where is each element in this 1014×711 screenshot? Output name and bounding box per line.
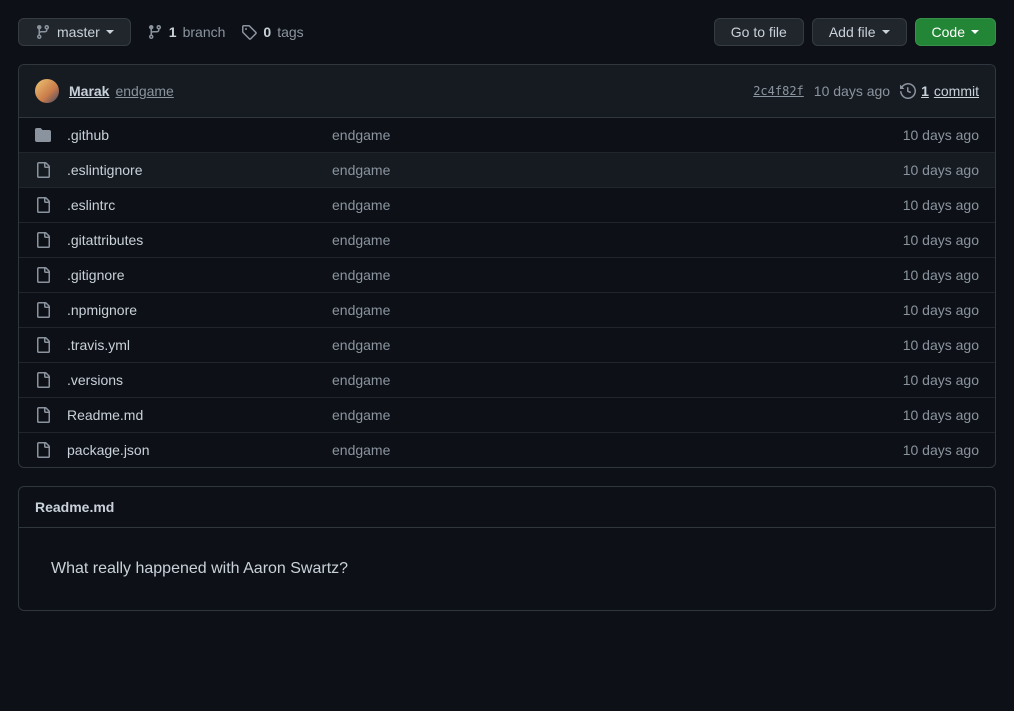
file-age: 10 days ago <box>903 232 979 248</box>
file-row: .versions endgame 10 days ago <box>19 362 995 397</box>
file-icon <box>35 267 51 283</box>
file-commit-message-link[interactable]: endgame <box>332 302 390 318</box>
file-name-link[interactable]: Readme.md <box>67 407 143 423</box>
file-icon <box>35 197 51 213</box>
file-commit-message-link[interactable]: endgame <box>332 337 390 353</box>
go-to-file-button[interactable]: Go to file <box>714 18 804 46</box>
file-commit-message-link[interactable]: endgame <box>332 127 390 143</box>
commit-message-link[interactable]: endgame <box>115 83 173 99</box>
file-name-link[interactable]: .eslintignore <box>67 162 143 178</box>
file-row: package.json endgame 10 days ago <box>19 432 995 467</box>
file-age: 10 days ago <box>903 197 979 213</box>
caret-down-icon <box>971 30 979 34</box>
file-name-link[interactable]: package.json <box>67 442 150 458</box>
branches-count: 1 <box>169 24 177 40</box>
readme-body: What really happened with Aaron Swartz? <box>19 528 995 610</box>
readme-text: What really happened with Aaron Swartz? <box>51 560 963 578</box>
commits-link[interactable]: 1 commit <box>900 83 979 99</box>
file-icon <box>35 162 51 178</box>
branch-name: master <box>57 24 100 40</box>
file-icon <box>35 337 51 353</box>
file-icon <box>35 407 51 423</box>
file-row: .gitignore endgame 10 days ago <box>19 257 995 292</box>
tags-label: tags <box>277 24 303 40</box>
git-branch-icon <box>35 24 51 40</box>
file-age: 10 days ago <box>903 407 979 423</box>
file-commit-message-link[interactable]: endgame <box>332 232 390 248</box>
folder-icon <box>35 127 51 143</box>
file-age: 10 days ago <box>903 337 979 353</box>
file-name-link[interactable]: .travis.yml <box>67 337 130 353</box>
file-age: 10 days ago <box>903 442 979 458</box>
file-age: 10 days ago <box>903 302 979 318</box>
file-row: .npmignore endgame 10 days ago <box>19 292 995 327</box>
file-name-link[interactable]: .github <box>67 127 109 143</box>
file-name-link[interactable]: .versions <box>67 372 123 388</box>
file-name-link[interactable]: .gitattributes <box>67 232 143 248</box>
file-icon <box>35 232 51 248</box>
branches-label: branch <box>183 24 226 40</box>
commit-author-link[interactable]: Marak <box>69 83 109 99</box>
repo-navigation-bar: master 1 branch 0 tags Go to file Add fi… <box>18 18 996 46</box>
branch-select-button[interactable]: master <box>18 18 131 46</box>
file-commit-message-link[interactable]: endgame <box>332 442 390 458</box>
file-age: 10 days ago <box>903 267 979 283</box>
file-tree-box: Marak endgame 2c4f82f 10 days ago 1 comm… <box>18 64 996 468</box>
file-row: .github endgame 10 days ago <box>19 118 995 152</box>
file-name-link[interactable]: .npmignore <box>67 302 137 318</box>
caret-down-icon <box>106 30 114 34</box>
file-row: .eslintignore endgame 10 days ago <box>19 152 995 187</box>
commit-hash-link[interactable]: 2c4f82f <box>753 84 804 98</box>
caret-down-icon <box>882 30 890 34</box>
file-icon <box>35 442 51 458</box>
file-age: 10 days ago <box>903 162 979 178</box>
tag-icon <box>241 24 257 40</box>
readme-filename[interactable]: Readme.md <box>19 487 995 528</box>
avatar[interactable] <box>35 79 59 103</box>
file-age: 10 days ago <box>903 372 979 388</box>
tags-count: 0 <box>263 24 271 40</box>
file-row: .travis.yml endgame 10 days ago <box>19 327 995 362</box>
file-name-link[interactable]: .eslintrc <box>67 197 115 213</box>
file-commit-message-link[interactable]: endgame <box>332 372 390 388</box>
readme-box: Readme.md What really happened with Aaro… <box>18 486 996 611</box>
git-branch-icon <box>147 24 163 40</box>
file-commit-message-link[interactable]: endgame <box>332 407 390 423</box>
file-commit-message-link[interactable]: endgame <box>332 267 390 283</box>
commit-count-label: commit <box>934 83 979 99</box>
branches-link[interactable]: 1 branch <box>147 24 226 40</box>
file-name-link[interactable]: .gitignore <box>67 267 125 283</box>
file-row: Readme.md endgame 10 days ago <box>19 397 995 432</box>
file-rows-container: .github endgame 10 days ago .eslintignore en… <box>19 118 995 467</box>
file-icon <box>35 372 51 388</box>
tags-link[interactable]: 0 tags <box>241 24 303 40</box>
file-row: .eslintrc endgame 10 days ago <box>19 187 995 222</box>
add-file-button[interactable]: Add file <box>812 18 907 46</box>
file-icon <box>35 302 51 318</box>
commit-date: 10 days ago <box>814 83 890 99</box>
code-button[interactable]: Code <box>915 18 996 46</box>
commit-count-number: 1 <box>921 83 929 99</box>
latest-commit-bar: Marak endgame 2c4f82f 10 days ago 1 comm… <box>19 65 995 118</box>
history-icon <box>900 83 916 99</box>
file-age: 10 days ago <box>903 127 979 143</box>
file-row: .gitattributes endgame 10 days ago <box>19 222 995 257</box>
file-commit-message-link[interactable]: endgame <box>332 162 390 178</box>
file-commit-message-link[interactable]: endgame <box>332 197 390 213</box>
